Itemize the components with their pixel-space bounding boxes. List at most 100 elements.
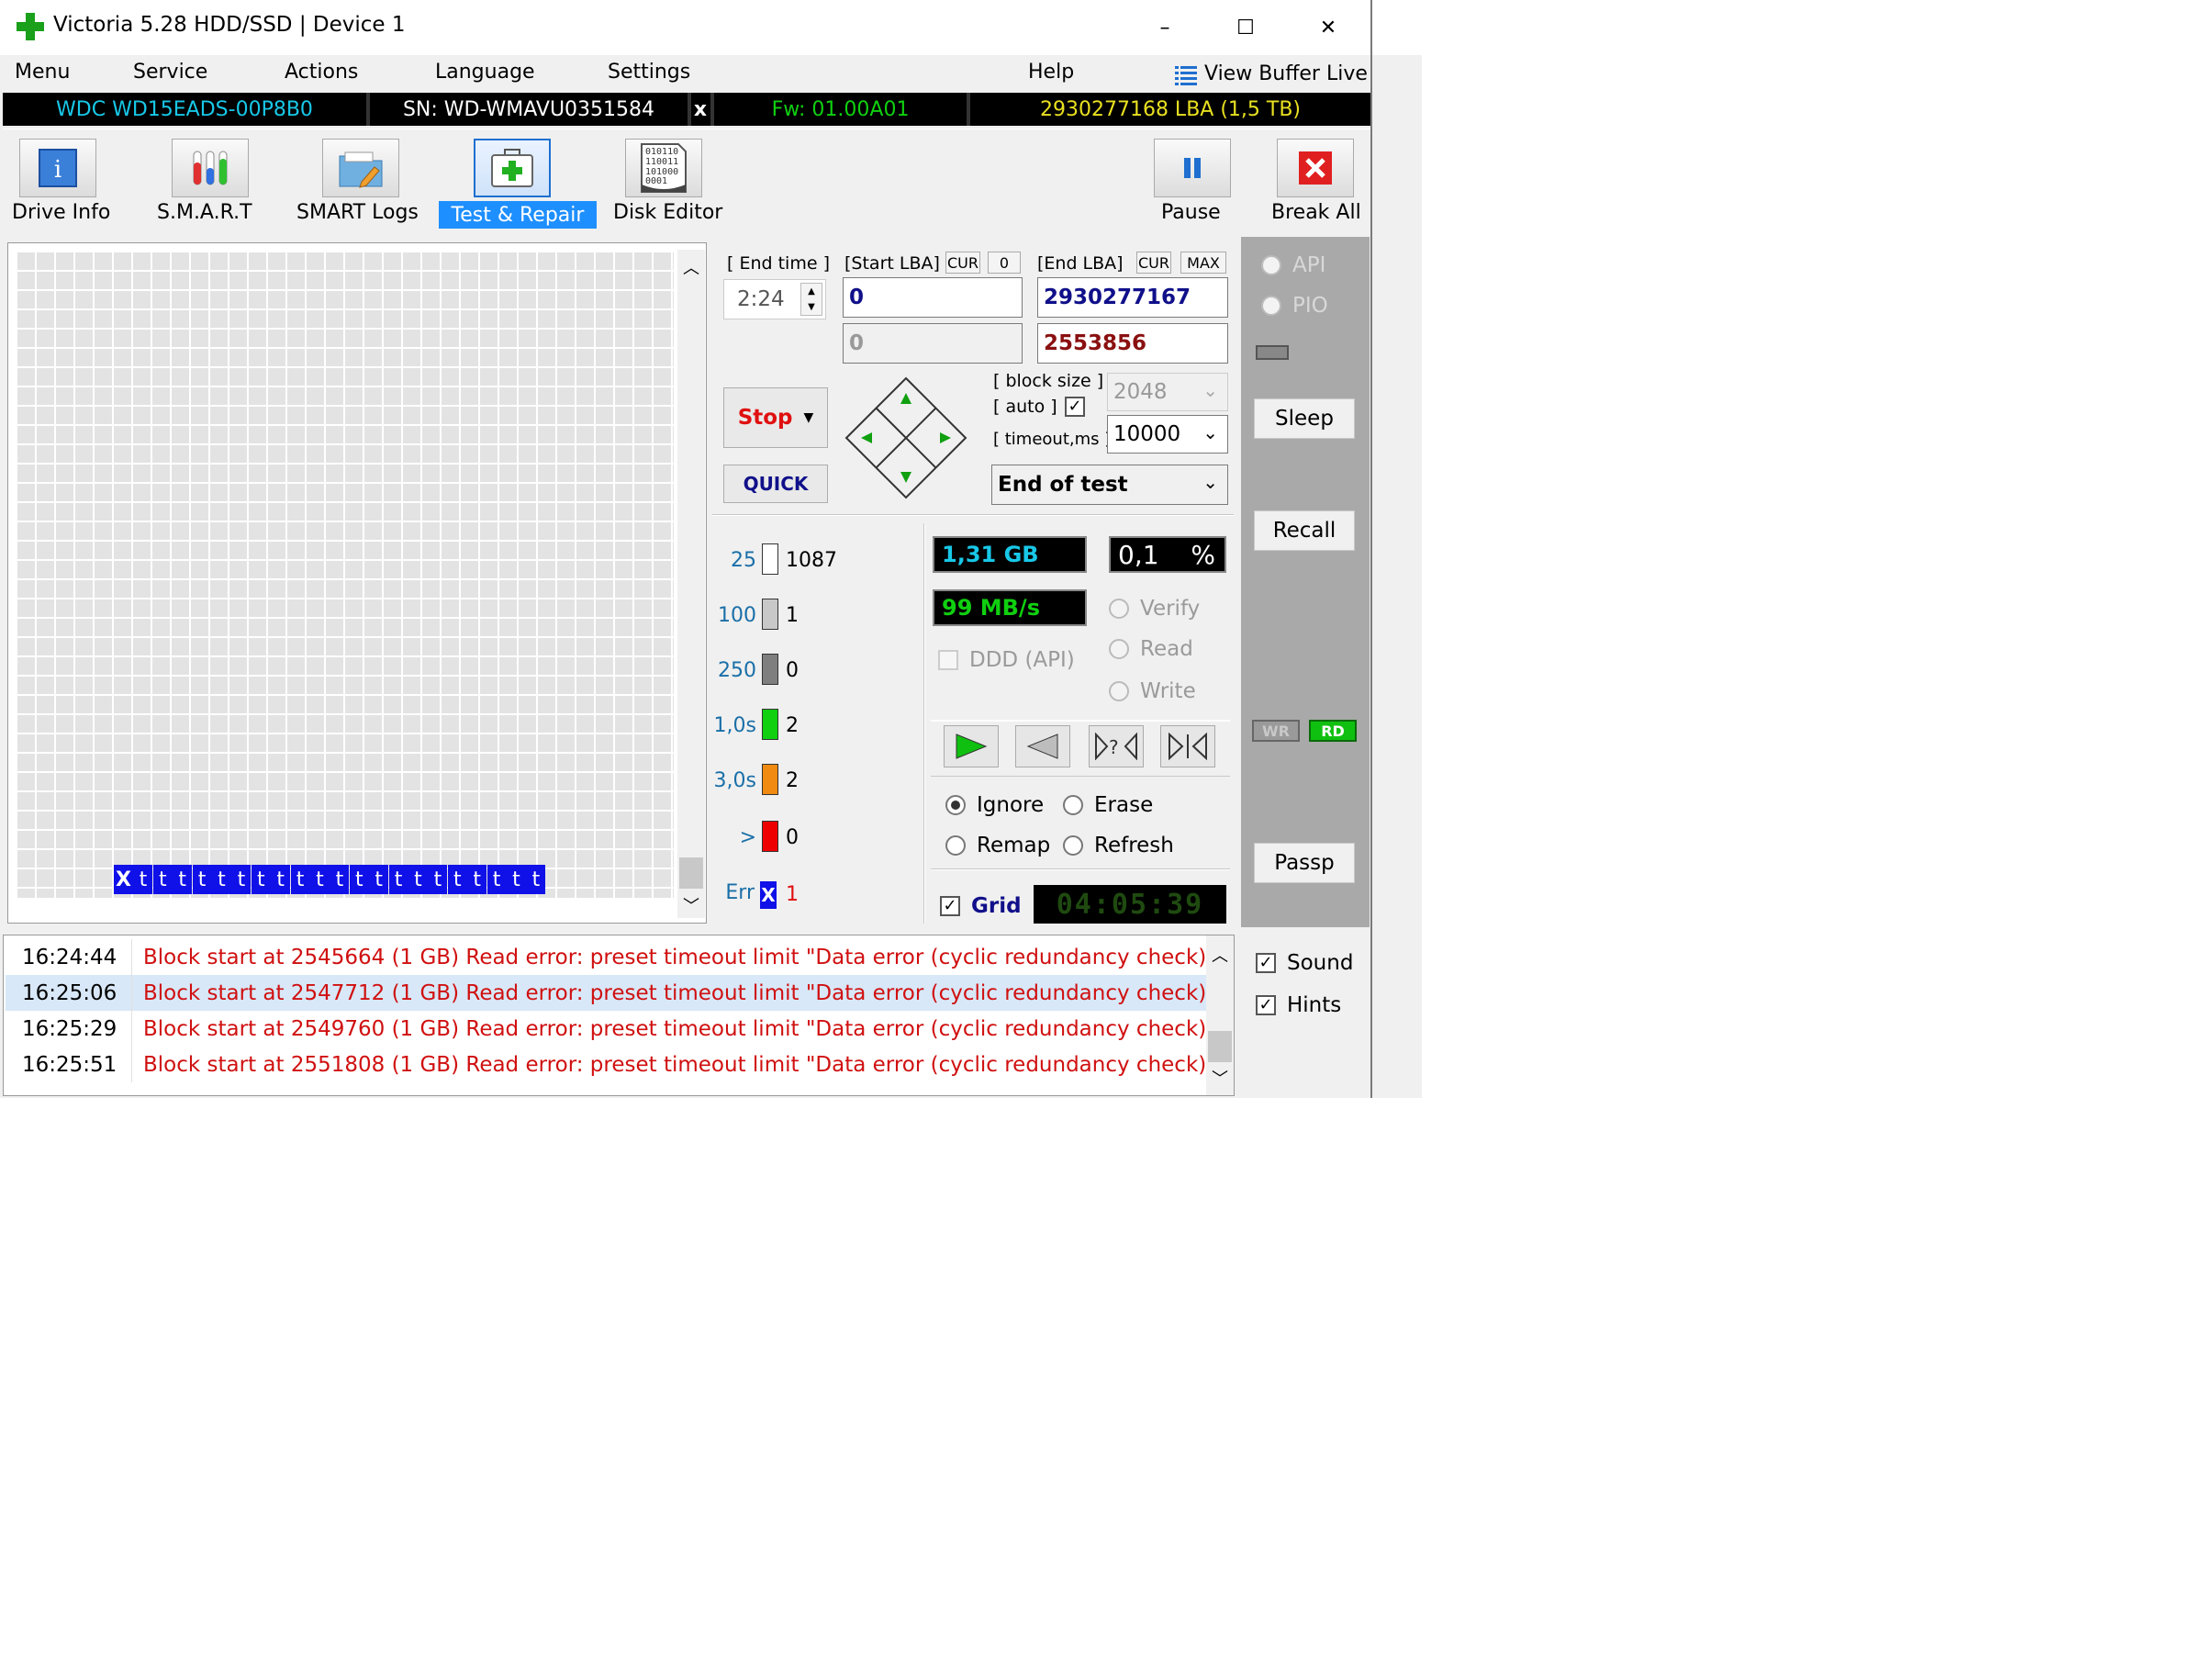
end-action-select[interactable]: End of test ⌄	[991, 465, 1228, 505]
api-radio[interactable]	[1261, 255, 1281, 275]
map-block: t	[349, 865, 369, 894]
break-all-button[interactable]	[1277, 139, 1354, 197]
menu-actions[interactable]: Actions	[285, 61, 358, 84]
main-toolbar: i Drive Info S.M.A.R.T SMART Logs Test &…	[3, 129, 1370, 231]
pause-label[interactable]: Pause	[1161, 201, 1221, 224]
disk-editor-label[interactable]: Disk Editor	[613, 201, 722, 224]
sleep-button[interactable]: Sleep	[1254, 398, 1355, 439]
menu-language[interactable]: Language	[435, 61, 535, 84]
stop-label: Stop	[737, 406, 793, 430]
log-row[interactable]: 16:25:51 Block start at 2551808 (1 GB) Re…	[6, 1047, 1216, 1082]
sector-grid	[16, 251, 674, 898]
view-buffer-live[interactable]: View Buffer Live	[1204, 62, 1368, 85]
smart-logs-label[interactable]: SMART Logs	[296, 201, 419, 224]
refresh-radio[interactable]	[1063, 835, 1083, 856]
butterfly-button[interactable]	[1160, 725, 1215, 767]
end-time-label: [ End time ]	[727, 253, 830, 274]
random-seek-icon: ?	[1095, 733, 1137, 760]
recall-button[interactable]: Recall	[1254, 510, 1355, 551]
drive-info-label[interactable]: Drive Info	[12, 201, 110, 224]
minimize-button[interactable]: –	[1124, 0, 1206, 55]
sound-checkbox[interactable]: ✓	[1256, 953, 1276, 973]
log-scrollbar[interactable]: ︿ ﹀	[1206, 935, 1234, 1095]
spin-down-icon[interactable]: ▼	[801, 299, 822, 315]
stat-count: 2	[786, 714, 799, 737]
read-label: Read	[1140, 637, 1193, 661]
auto-label: [ auto ]	[993, 397, 1057, 417]
map-block: t	[467, 865, 487, 894]
write-radio[interactable]	[1109, 681, 1129, 701]
map-block: X	[114, 865, 133, 894]
chevron-down-icon: ⌄	[1202, 471, 1218, 493]
break-all-label[interactable]: Break All	[1271, 201, 1361, 224]
svg-text:010110: 010110	[645, 147, 678, 157]
ddd-checkbox[interactable]	[938, 650, 958, 670]
passp-button[interactable]: Passp	[1254, 843, 1355, 883]
end-lba-input[interactable]: 2930277167	[1037, 277, 1228, 318]
grid-checkbox[interactable]: ✓	[940, 896, 960, 916]
device-model[interactable]: WDC WD15EADS-00P8B0	[3, 93, 366, 126]
err-count: 1	[786, 883, 799, 906]
quick-button[interactable]: QUICK	[723, 465, 828, 503]
read-radio[interactable]	[1109, 639, 1129, 659]
map-block: t	[486, 865, 507, 894]
scroll-thumb[interactable]	[1208, 1031, 1232, 1062]
disk-editor-button[interactable]: 010110 110011 101000 0001	[625, 139, 702, 197]
start-zero-button[interactable]: 0	[988, 252, 1021, 274]
hints-checkbox[interactable]: ✓	[1256, 995, 1276, 1015]
pause-button[interactable]	[1154, 139, 1231, 197]
drive-info-button[interactable]: i	[19, 139, 96, 197]
binary-disk-icon: 0101101100111010000001	[641, 143, 687, 193]
timeout-select[interactable]: 10000 ⌄	[1107, 415, 1228, 454]
menu-service[interactable]: Service	[133, 61, 207, 84]
log-time: 16:25:29	[22, 1017, 117, 1041]
rewind-button[interactable]	[1015, 725, 1070, 767]
scroll-down-icon[interactable]: ﹀	[677, 892, 705, 918]
play-button[interactable]	[944, 725, 999, 767]
end-time-spinner[interactable]: ▲ ▼	[800, 283, 822, 316]
menu-help[interactable]: Help	[1028, 61, 1074, 84]
test-repair-label[interactable]: Test & Repair	[439, 201, 597, 229]
scroll-thumb[interactable]	[679, 857, 703, 889]
test-repair-button[interactable]	[474, 139, 551, 197]
butterfly-icon	[1169, 733, 1207, 760]
remap-radio[interactable]	[945, 835, 966, 856]
seek-random-button[interactable]: ?	[1089, 725, 1144, 767]
log-row[interactable]: 16:25:29 Block start at 2549760 (1 GB) Re…	[6, 1011, 1216, 1047]
buffer-list-icon	[1175, 66, 1197, 85]
smart-button[interactable]	[172, 139, 249, 197]
start-cur-button[interactable]: CUR	[945, 252, 980, 274]
chevron-down-icon: ⌄	[1202, 421, 1218, 443]
pio-label: PIO	[1292, 294, 1328, 318]
close-button[interactable]: ✕	[1287, 0, 1370, 55]
stat-color-swatch	[762, 543, 778, 575]
scroll-down-icon[interactable]: ﹀	[1206, 1064, 1234, 1092]
scroll-up-icon[interactable]: ︿	[677, 253, 705, 281]
smart-label[interactable]: S.M.A.R.T	[157, 201, 252, 224]
auto-checkbox[interactable]: ✓	[1065, 397, 1085, 417]
menu-menu[interactable]: Menu	[15, 61, 70, 84]
smart-logs-button[interactable]	[322, 139, 399, 197]
end-cur-button[interactable]: CUR	[1136, 252, 1171, 274]
scroll-up-icon[interactable]: ︿	[1206, 941, 1234, 969]
log-time: 16:25:06	[22, 981, 117, 1005]
end-max-button[interactable]: MAX	[1180, 252, 1226, 274]
pio-radio[interactable]	[1261, 296, 1281, 316]
spin-up-icon[interactable]: ▲	[801, 284, 822, 299]
ignore-radio[interactable]	[945, 795, 966, 815]
verify-radio[interactable]	[1109, 599, 1129, 619]
maximize-button[interactable]: ☐	[1204, 0, 1287, 55]
erase-label: Erase	[1094, 793, 1154, 817]
log-row[interactable]: 16:25:06 Block start at 2547712 (1 GB) Re…	[6, 975, 1216, 1011]
device-serial: SN: WD-WMAVU0351584	[402, 97, 655, 121]
direction-pad[interactable]	[844, 376, 967, 499]
erase-radio[interactable]	[1063, 795, 1083, 815]
device-eject-x[interactable]: x	[691, 93, 710, 126]
block-size-select[interactable]: 2048 ⌄	[1107, 373, 1228, 411]
event-log[interactable]: 16:24:44 Block start at 2545664 (1 GB) Re…	[3, 935, 1235, 1096]
start-lba-input[interactable]: 0	[843, 277, 1023, 318]
stop-button[interactable]: Stop ▼	[723, 387, 828, 448]
map-scrollbar[interactable]: ︿ ﹀	[677, 250, 705, 918]
log-row[interactable]: 16:24:44 Block start at 2545664 (1 GB) Re…	[6, 939, 1216, 975]
menu-settings[interactable]: Settings	[608, 61, 690, 84]
